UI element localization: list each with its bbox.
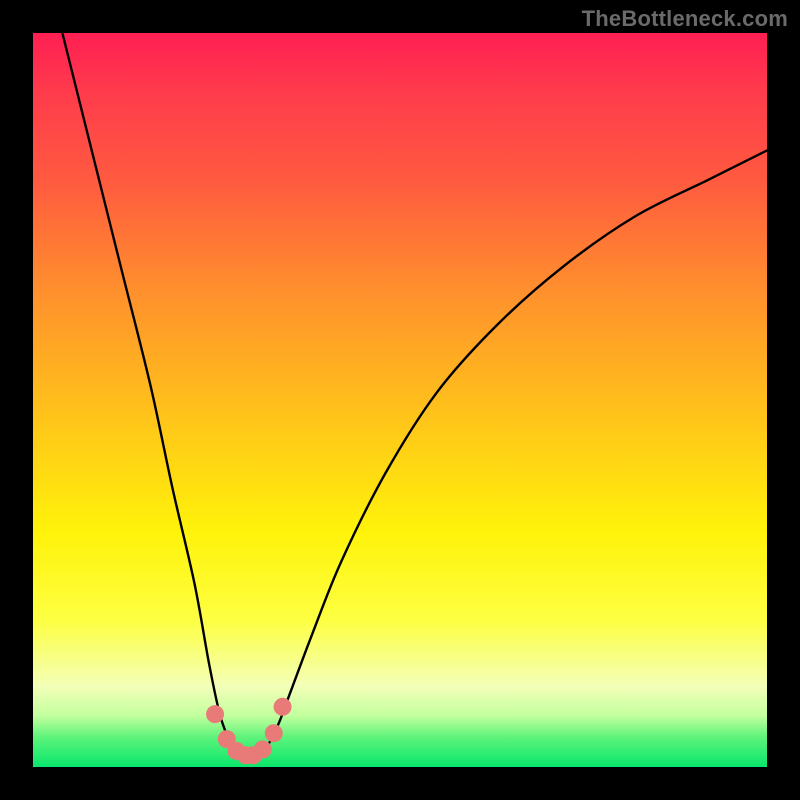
trough-markers (206, 698, 292, 764)
plot-area (33, 33, 767, 767)
curve-svg (33, 33, 767, 767)
watermark-text: TheBottleneck.com (582, 6, 788, 32)
trough-marker (206, 705, 224, 723)
chart-frame: TheBottleneck.com (0, 0, 800, 800)
trough-marker (254, 740, 272, 758)
trough-marker (274, 698, 292, 716)
trough-marker (265, 724, 283, 742)
bottleneck-curve (62, 33, 767, 758)
